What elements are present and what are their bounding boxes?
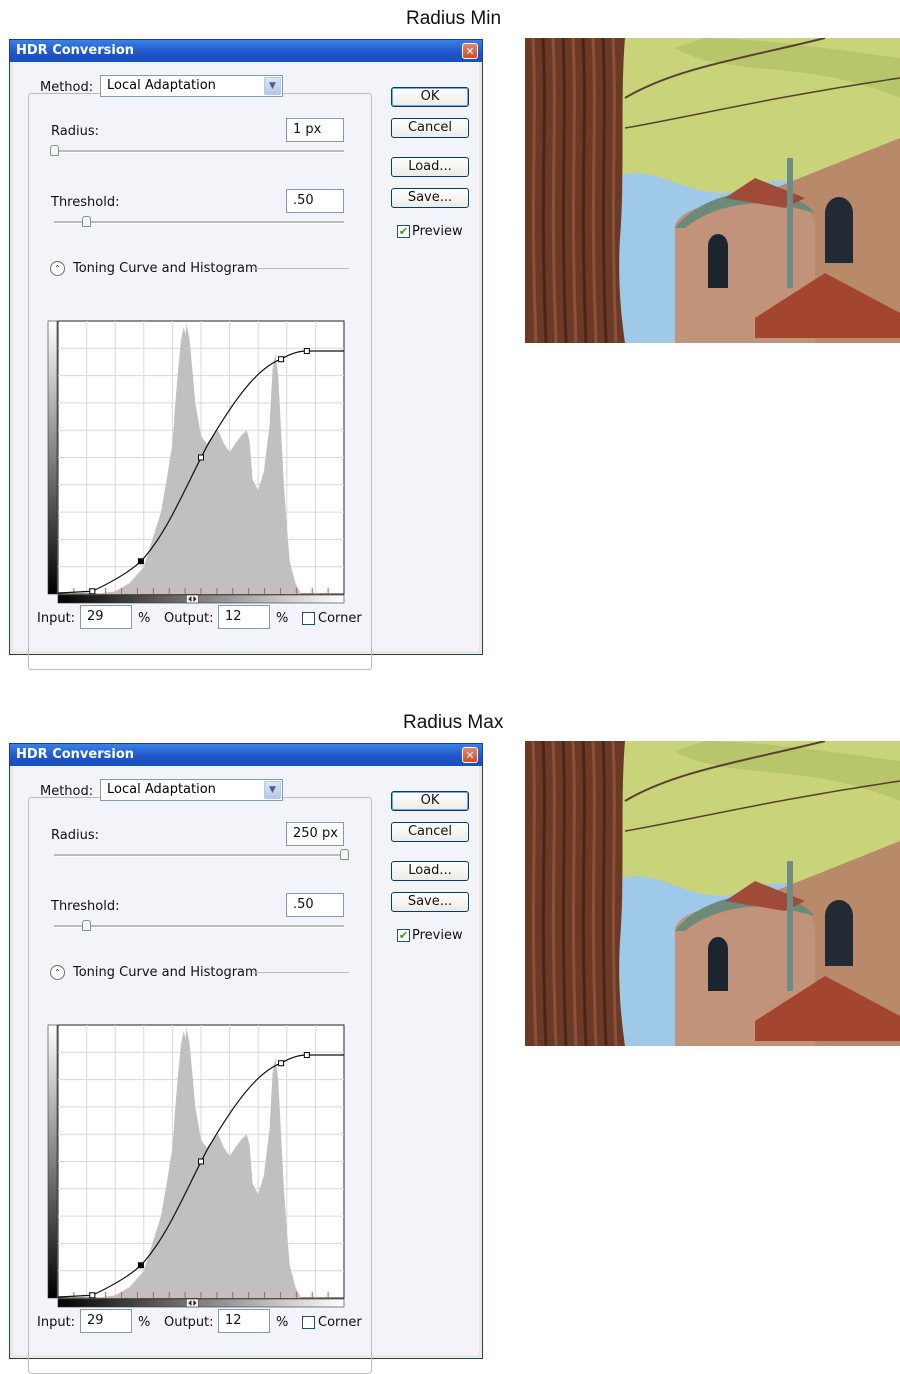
preview-label: Preview — [412, 224, 463, 239]
preview-label: Preview — [412, 928, 463, 943]
save-button[interactable]: Save... — [391, 188, 469, 208]
ok-button[interactable]: OK — [391, 87, 469, 107]
threshold-field[interactable]: .50 — [286, 189, 344, 213]
threshold-slider-track[interactable] — [54, 925, 344, 928]
hdr-conversion-dialog: HDR Conversion ✕ Method: Local Adaptatio… — [9, 39, 483, 670]
drainpipe — [787, 158, 793, 288]
corner-checkbox[interactable] — [302, 1316, 315, 1329]
corner-label: Corner — [318, 1315, 362, 1330]
input-gradient-bar — [57, 594, 345, 604]
method-label: Method: — [40, 80, 94, 95]
toning-section-label: Toning Curve and Histogram — [73, 261, 258, 276]
radius-slider-track[interactable] — [54, 854, 344, 857]
hdr-conversion-dialog: HDR Conversion ✕ Method: Local Adaptatio… — [9, 743, 483, 1374]
title-bar[interactable]: HDR Conversion ✕ — [10, 40, 482, 62]
output-gradient-bar — [47, 1024, 58, 1299]
load-button[interactable]: Load... — [391, 861, 469, 881]
output-label: Output: — [164, 611, 214, 626]
double-chevron-up-icon[interactable]: ⌃ — [50, 965, 65, 980]
method-value: Local Adaptation — [107, 782, 216, 797]
threshold-field[interactable]: .50 — [286, 893, 344, 917]
section-divider — [253, 268, 349, 269]
section-divider — [253, 972, 349, 973]
input-label: Input: — [37, 611, 76, 626]
output-field[interactable]: 12 — [218, 605, 270, 629]
building-window — [825, 197, 853, 263]
title-bar[interactable]: HDR Conversion ✕ — [10, 744, 482, 766]
double-chevron-up-icon[interactable]: ⌃ — [50, 261, 65, 276]
caption-radius-min: Radius Min — [406, 8, 502, 29]
curve-point — [278, 356, 285, 363]
curve-point — [137, 558, 144, 565]
scroll-arrows-icon — [186, 1298, 199, 1308]
threshold-label: Threshold: — [51, 195, 120, 210]
toning-section-label: Toning Curve and Histogram — [73, 965, 258, 980]
toning-curve-graph[interactable] — [46, 1016, 346, 1308]
close-icon[interactable]: ✕ — [462, 43, 478, 59]
preview-checkbox[interactable]: ✔ — [397, 929, 410, 942]
method-select[interactable]: Local Adaptation ▼ — [100, 75, 283, 97]
chevron-down-icon[interactable]: ▼ — [264, 781, 281, 799]
method-label: Method: — [40, 784, 94, 799]
load-button[interactable]: Load... — [391, 157, 469, 177]
input-label: Input: — [37, 1315, 76, 1330]
corner-label: Corner — [318, 611, 362, 626]
toning-curve-graph[interactable] — [46, 312, 346, 604]
cancel-button[interactable]: Cancel — [391, 118, 469, 138]
cancel-button[interactable]: Cancel — [391, 822, 469, 842]
curve-point — [278, 1060, 285, 1067]
dialog-title: HDR Conversion — [16, 747, 135, 762]
input-field[interactable]: 29 — [80, 1309, 132, 1333]
threshold-label: Threshold: — [51, 899, 120, 914]
curve-point — [89, 1292, 96, 1299]
threshold-slider-thumb[interactable] — [81, 216, 91, 227]
building-window — [825, 900, 853, 966]
caption-radius-max: Radius Max — [403, 712, 504, 733]
curve-point — [303, 1052, 310, 1059]
curve-point — [89, 588, 96, 595]
save-button[interactable]: Save... — [391, 892, 469, 912]
input-field[interactable]: 29 — [80, 605, 132, 629]
preview-checkbox[interactable]: ✔ — [397, 225, 410, 238]
preview-photo — [525, 38, 900, 343]
drainpipe — [787, 861, 793, 991]
corner-checkbox[interactable] — [302, 612, 315, 625]
output-field[interactable]: 12 — [218, 1309, 270, 1333]
preview-photo — [525, 741, 900, 1046]
radius-label: Radius: — [51, 828, 99, 843]
radius-field[interactable]: 1 px — [286, 118, 344, 142]
input-unit: % — [138, 611, 151, 626]
curve-point — [198, 454, 204, 461]
radius-slider-thumb[interactable] — [340, 849, 349, 860]
curve-point — [137, 1262, 144, 1269]
output-unit: % — [276, 611, 289, 626]
tower-window — [708, 937, 728, 991]
curve-point — [198, 1158, 204, 1165]
radius-slider-track[interactable] — [54, 150, 344, 153]
method-select[interactable]: Local Adaptation ▼ — [100, 779, 283, 801]
radius-field[interactable]: 250 px — [286, 822, 344, 846]
scroll-arrows-icon — [186, 594, 199, 604]
output-gradient-bar — [47, 320, 58, 595]
input-gradient-bar — [57, 1298, 345, 1308]
method-value: Local Adaptation — [107, 78, 216, 93]
radius-slider-thumb[interactable] — [50, 145, 59, 156]
dialog-title: HDR Conversion — [16, 43, 135, 58]
output-label: Output: — [164, 1315, 214, 1330]
output-unit: % — [276, 1315, 289, 1330]
tower-window — [708, 234, 728, 288]
radius-label: Radius: — [51, 124, 99, 139]
chevron-down-icon[interactable]: ▼ — [264, 77, 281, 95]
input-unit: % — [138, 1315, 151, 1330]
close-icon[interactable]: ✕ — [462, 747, 478, 763]
curve-point — [303, 348, 310, 355]
threshold-slider-track[interactable] — [54, 221, 344, 224]
ok-button[interactable]: OK — [391, 791, 469, 811]
threshold-slider-thumb[interactable] — [81, 920, 91, 931]
